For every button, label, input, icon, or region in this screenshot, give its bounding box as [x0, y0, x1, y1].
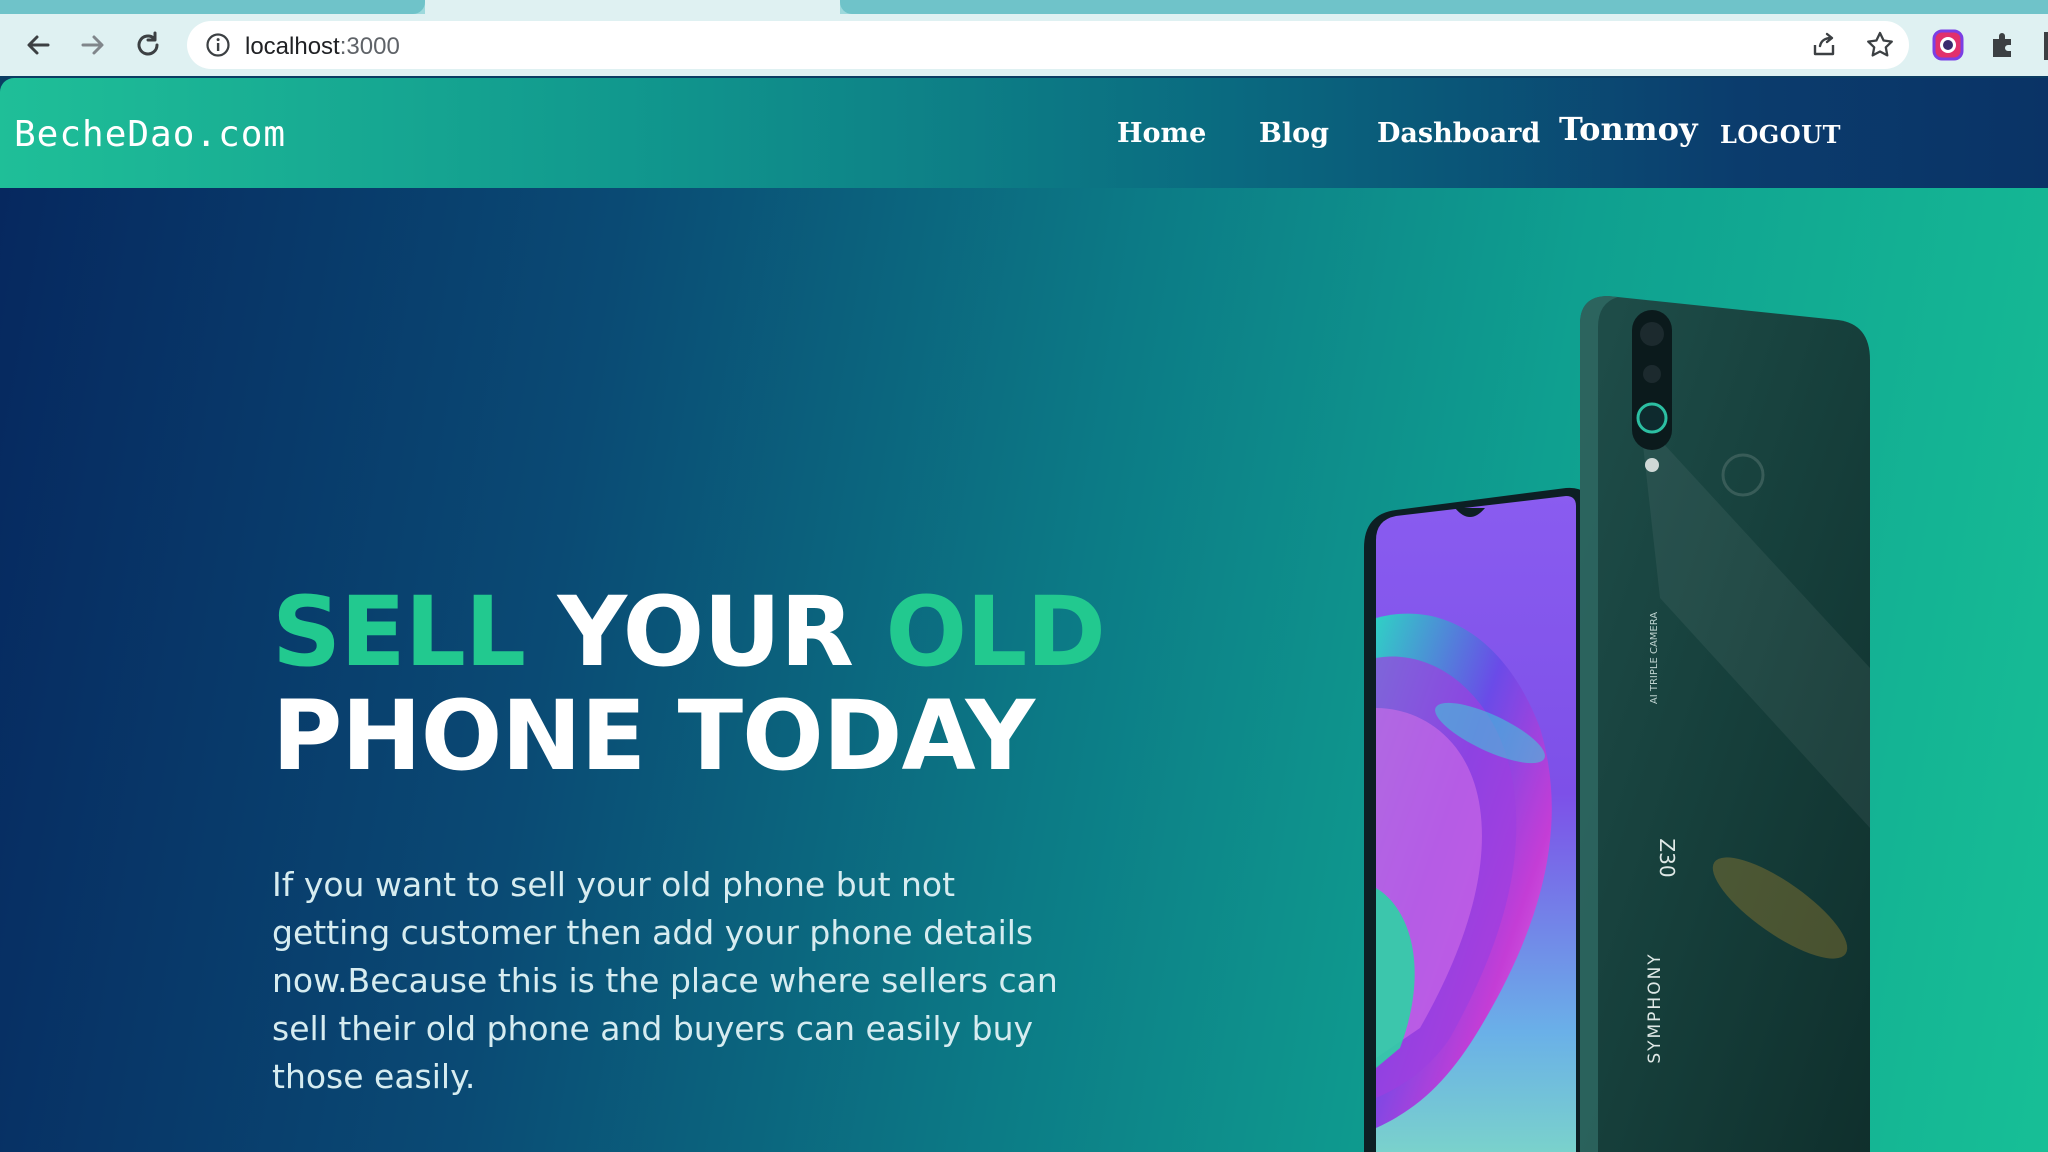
phone-product-image: AI TRIPLE CAMERA Z30 SYMPHONY — [1364, 296, 1870, 1152]
back-arrow-icon[interactable] — [23, 30, 53, 60]
headline-word-sell: SELL — [272, 576, 526, 688]
headline-word-old: OLD — [885, 576, 1105, 688]
address-bar[interactable]: localhost:3000 — [187, 21, 1909, 69]
logout-button[interactable]: LOGOUT — [1720, 120, 1841, 149]
phone-text-model: Z30 — [1655, 838, 1679, 877]
forward-arrow-icon[interactable] — [78, 30, 108, 60]
nav-user-name[interactable]: Tonmoy — [1559, 110, 1698, 148]
nav-link-dashboard[interactable]: Dashboard — [1377, 118, 1540, 149]
profile-edge — [2044, 32, 2048, 60]
star-icon[interactable] — [1865, 30, 1895, 60]
hero-headline: SELL YOUR OLD PHONE TODAY — [272, 580, 1106, 788]
url-host: localhost — [245, 33, 340, 60]
browser-tab-strip — [0, 0, 2048, 14]
brand-logo[interactable]: BecheDao.com — [14, 114, 286, 155]
phone-text-camera: AI TRIPLE CAMERA — [1649, 612, 1660, 704]
puzzle-extension-icon[interactable] — [1988, 30, 2018, 60]
nav-link-home[interactable]: Home — [1117, 118, 1206, 149]
browser-tab-active[interactable] — [425, 0, 840, 14]
nav-link-blog[interactable]: Blog — [1259, 118, 1329, 149]
headline-line-2: PHONE TODAY — [272, 680, 1035, 792]
hero-section: SELL YOUR OLD PHONE TODAY If you want to… — [0, 188, 2048, 1152]
share-icon[interactable] — [1810, 31, 1838, 59]
headline-word-your: YOUR — [557, 576, 854, 688]
hero-description: If you want to sell your old phone but n… — [272, 865, 1058, 1096]
browser-tab-right[interactable] — [840, 0, 2048, 14]
phone-screen — [1376, 496, 1576, 1152]
extension-profile-icon[interactable] — [1932, 29, 1964, 61]
url-text: localhost:3000 — [245, 33, 400, 61]
reload-icon[interactable] — [133, 30, 163, 60]
site-info-icon[interactable] — [205, 32, 231, 58]
browser-tab-left[interactable] — [0, 0, 425, 14]
flash-icon — [1645, 458, 1659, 472]
site-navbar: BecheDao.com Home Blog Dashboard Tonmoy … — [0, 78, 2048, 188]
browser-toolbar: localhost:3000 — [0, 14, 2048, 76]
url-port: :3000 — [339, 33, 400, 60]
phone-text-brand: SYMPHONY — [1645, 952, 1665, 1063]
